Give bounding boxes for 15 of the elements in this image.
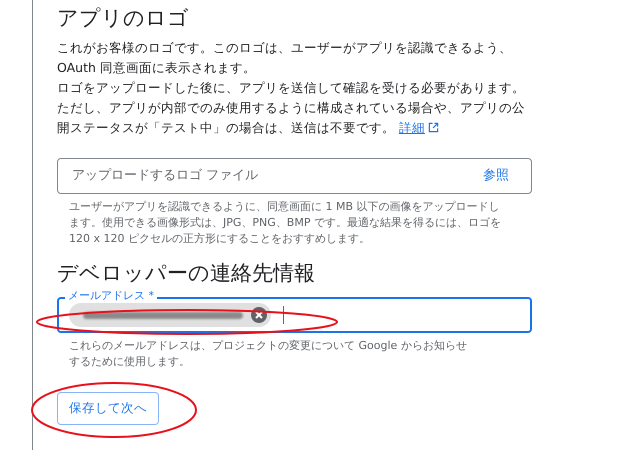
details-link[interactable]: 詳細 [398,120,439,135]
external-link-icon [428,122,439,133]
section-heading: デベロッパーの連絡先情報 [57,260,316,287]
description-text: これがお客様のロゴです。このロゴは、ユーザーがアプリを認識できるよう、OAuth 同意画面に表示されます。 [57,39,513,77]
email-chip[interactable] [69,303,271,327]
save-next-button[interactable]: 保存して次へ [57,392,159,425]
file-upload-field[interactable]: アップロードするロゴ ファイル 参照 [57,158,532,194]
section-heading: アプリのロゴ [57,5,190,32]
remove-icon[interactable] [251,307,267,323]
text-cursor [283,306,284,324]
helper-text: ユーザーがアプリを認識できるように、同意画面に 1 MB 以下の画像をアップロードします。使用できる画像形式は、JPG、PNG、BMP です。最適な結果を得るには、ロゴを 120 x 120 ピクセルの正方形にすることをおすすめします。 [69,199,502,247]
field-label: メールアドレス * [65,289,157,303]
description-text: ロゴをアップロードした後に、アプリを送信して確認を受ける必要があります。ただし、アプリが内部でのみ使用するように構成されている場合や、アプリの公開ステータスが「テスト中」の場合は、送信は不要です。 詳細 [57,79,526,137]
helper-text: これらのメールアドレスは、プロジェクトの変更について Google からお知らせするために使用します。 [69,338,468,370]
browse-button[interactable]: 参照 [483,166,509,186]
